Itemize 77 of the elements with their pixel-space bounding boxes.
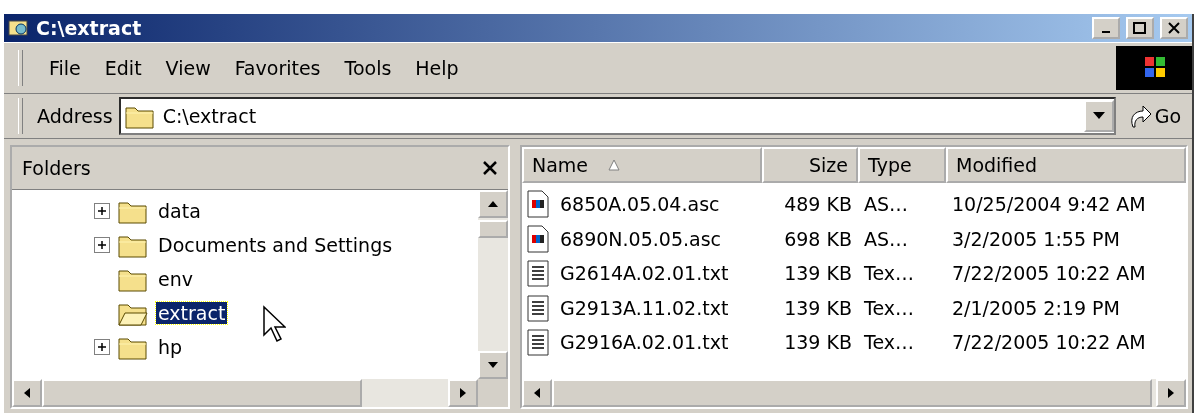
caret-icon	[1093, 112, 1105, 120]
file-name[interactable]: G2913A.11.02.txt	[554, 296, 735, 319]
close-icon	[1168, 22, 1180, 34]
file-name[interactable]: G2916A.02.01.txt	[554, 331, 735, 354]
minimize-icon	[1101, 30, 1111, 34]
address-label: Address	[37, 105, 113, 127]
right-arrow-icon	[458, 388, 468, 398]
explorer-icon	[8, 18, 30, 38]
column-header[interactable]: Type	[858, 147, 946, 183]
address-field[interactable]: C:\extract	[118, 97, 1116, 135]
file-type: AS…	[863, 193, 910, 216]
plus-icon	[97, 342, 107, 352]
scroll-right-button[interactable]	[448, 379, 478, 407]
menu-item[interactable]: Edit	[92, 57, 154, 79]
scrollbar-thumb[interactable]	[42, 379, 362, 407]
maximize-icon	[1133, 22, 1147, 34]
menu-item[interactable]: Tools	[332, 57, 404, 79]
file-type: AS…	[863, 227, 910, 250]
menu-item[interactable]: File	[37, 57, 93, 79]
file-name[interactable]: 6890N.05.05.asc	[554, 227, 728, 250]
menu-item[interactable]: Favorites	[222, 57, 333, 79]
window-title: C:\extract	[36, 17, 143, 39]
scrollbar-thumb[interactable]	[478, 220, 508, 238]
plus-icon	[97, 206, 107, 216]
menu-item[interactable]: Help	[403, 57, 471, 79]
file-modified: 10/25/2004 9:42 AM	[951, 193, 1147, 216]
text-document-icon	[526, 328, 550, 357]
left-arrow-icon	[22, 388, 32, 398]
colorful-document-icon	[526, 190, 550, 219]
file-type: Tex…	[863, 262, 915, 285]
scroll-up-button[interactable]	[478, 190, 508, 218]
file-type: Tex…	[863, 331, 915, 354]
down-arrow-icon	[488, 360, 498, 370]
scroll-left-button[interactable]	[522, 379, 552, 407]
minimize-button[interactable]	[1092, 17, 1120, 39]
folder-item[interactable]: hp	[156, 336, 185, 358]
text-document-icon	[526, 293, 550, 322]
folder-item[interactable]: Documents and Settings	[156, 234, 395, 256]
scroll-down-button[interactable]	[478, 351, 508, 379]
file-name[interactable]: 6850A.05.04.asc	[554, 193, 726, 216]
file-size: 139 KB	[783, 296, 853, 319]
plus-icon	[97, 240, 107, 250]
pane-title: Folders	[22, 157, 91, 179]
dropdown-button[interactable]	[1084, 100, 1114, 132]
column-header[interactable]: Name	[522, 147, 762, 183]
scroll-right-button[interactable]	[1156, 379, 1186, 407]
maximize-button[interactable]	[1126, 17, 1154, 39]
expand-button[interactable]	[94, 203, 110, 219]
left-arrow-icon	[532, 388, 542, 398]
right-arrow-icon	[1166, 388, 1176, 398]
column-header[interactable]: Modified	[946, 147, 1186, 183]
expand-button[interactable]	[94, 339, 110, 355]
file-modified: 3/2/2005 1:55 PM	[951, 227, 1121, 250]
expand-button[interactable]	[94, 237, 110, 253]
folder-item[interactable]: env	[156, 268, 195, 290]
file-size: 698 KB	[783, 227, 853, 250]
colorful-document-icon	[526, 224, 550, 253]
file-name[interactable]: G2614A.02.01.txt	[554, 262, 735, 285]
file-modified: 7/22/2005 10:22 AM	[951, 331, 1147, 354]
text-document-icon	[526, 259, 550, 288]
menu-item[interactable]: View	[153, 57, 223, 79]
mouse-pointer-icon	[262, 305, 286, 343]
folder-item[interactable]: extract	[156, 302, 228, 324]
file-type: Tex…	[863, 296, 915, 319]
file-size: 489 KB	[783, 193, 853, 216]
scroll-left-button[interactable]	[12, 379, 42, 407]
folder-item[interactable]: data	[156, 200, 203, 222]
file-modified: 7/22/2005 10:22 AM	[951, 262, 1147, 285]
up-arrow-icon	[488, 199, 498, 209]
file-size: 139 KB	[783, 331, 853, 354]
close-icon[interactable]	[482, 160, 498, 176]
scrollbar-corner	[478, 379, 508, 407]
close-button[interactable]	[1160, 17, 1188, 39]
file-size: 139 KB	[783, 262, 853, 285]
column-header[interactable]: Size	[762, 147, 858, 183]
file-modified: 2/1/2005 2:19 PM	[951, 296, 1121, 319]
scrollbar-thumb[interactable]	[552, 379, 1152, 407]
